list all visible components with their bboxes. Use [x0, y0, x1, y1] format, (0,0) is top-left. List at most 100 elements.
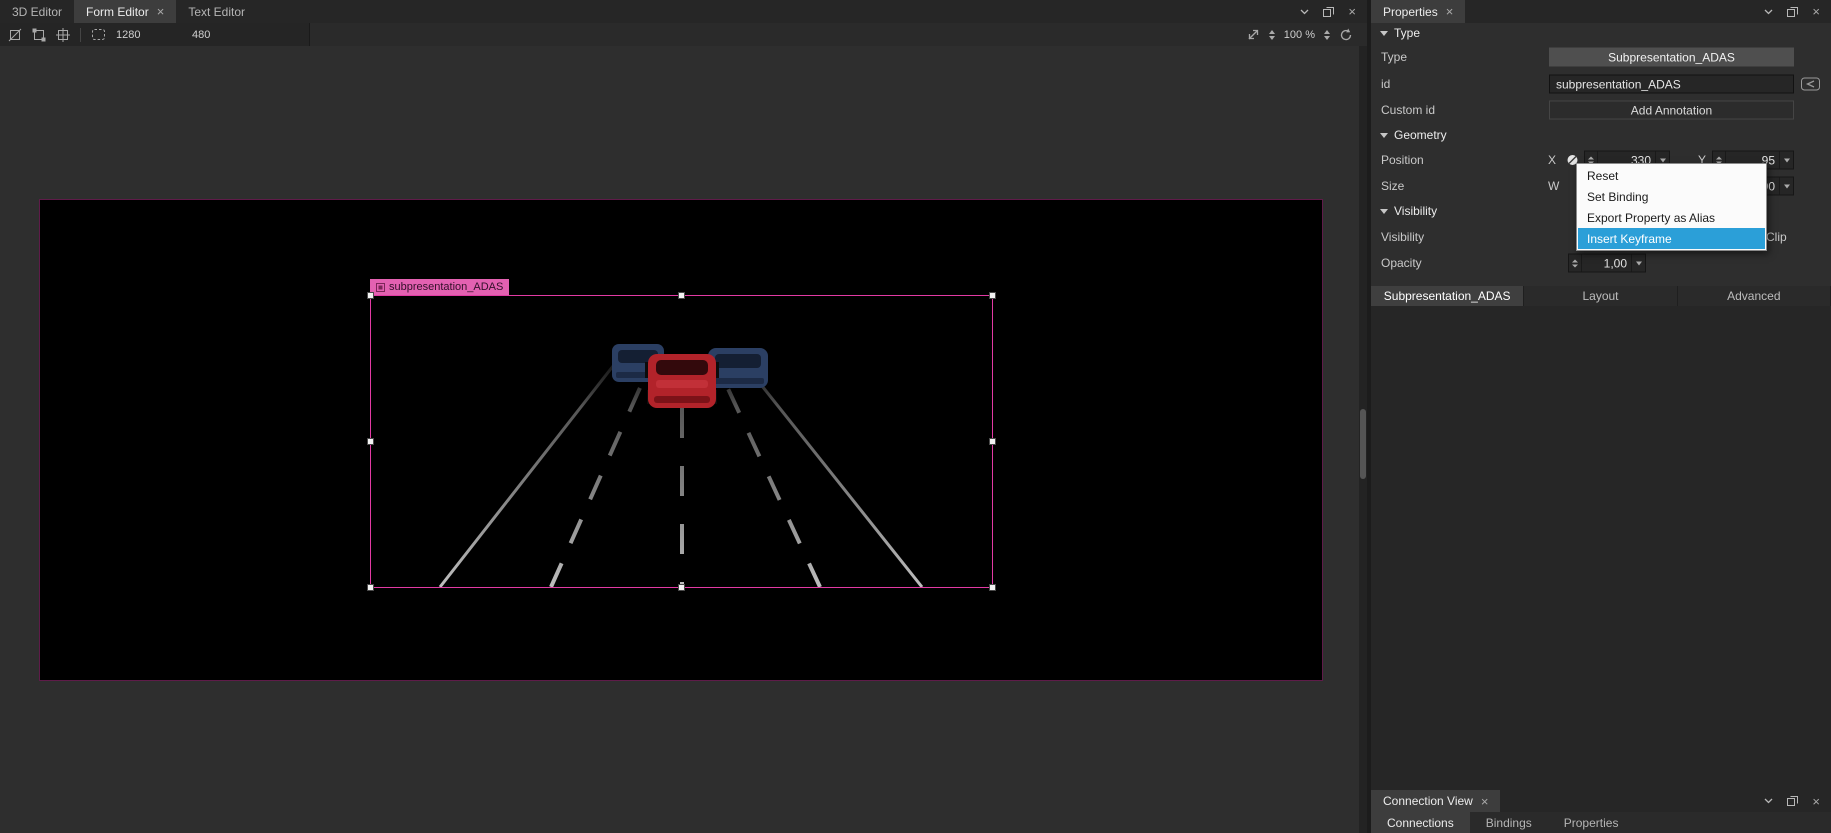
resize-handle-s[interactable] [677, 584, 685, 591]
opacity-value: 1,00 [1603, 256, 1627, 270]
float-pane-icon[interactable] [1787, 6, 1799, 17]
export-alias-icon[interactable] [1801, 77, 1820, 91]
section-geometry[interactable]: Geometry [1371, 125, 1831, 145]
spin-stepper[interactable] [1569, 254, 1582, 272]
show-bounding-rect-icon[interactable] [91, 28, 106, 41]
scrollbar-thumb[interactable] [1360, 409, 1366, 479]
form-editor-canvas[interactable]: subpresentation_ADAS [0, 46, 1359, 833]
close-tab-icon[interactable]: × [157, 5, 165, 18]
tab-text-editor[interactable]: Text Editor [176, 0, 257, 23]
close-pane-icon[interactable]: × [1812, 795, 1820, 808]
resize-handle-n[interactable] [677, 292, 685, 299]
snap-with-anchors-icon[interactable] [56, 27, 70, 42]
properties-panel: Type Type Subpresentation_ADAS id Custom… [1371, 23, 1831, 790]
add-annotation-button[interactable]: Add Annotation [1549, 100, 1794, 120]
menu-item-insert-keyframe[interactable]: Insert Keyframe [1578, 228, 1765, 249]
collapse-triangle-icon[interactable] [1380, 30, 1388, 36]
component-icon [376, 282, 385, 292]
id-label: id [1381, 77, 1391, 91]
spin-dropdown-icon[interactable] [1779, 151, 1793, 169]
tab-form-editor[interactable]: Form Editor × [74, 0, 177, 23]
chevron-down-icon[interactable] [1300, 9, 1309, 15]
zoom-stepper[interactable] [1268, 29, 1275, 40]
tab-3d-editor[interactable]: 3D Editor [0, 0, 74, 23]
tab-connections[interactable]: Connections [1371, 812, 1470, 833]
type-label: Type [1381, 50, 1408, 64]
form-editor-toolbar: 1280 480 100 % [0, 23, 1367, 47]
adas-road-scene [438, 344, 924, 587]
section-geometry-title: Geometry [1394, 128, 1447, 142]
editor-tabbar: 3D Editor Form Editor × Text Editor × [0, 0, 1367, 24]
no-snapping-icon[interactable] [8, 28, 22, 42]
tab-connection-properties[interactable]: Properties [1548, 812, 1635, 833]
section-visibility-title: Visibility [1394, 204, 1438, 218]
zoom-select-stepper[interactable] [1324, 29, 1330, 40]
collapse-triangle-icon[interactable] [1380, 208, 1388, 214]
close-tab-icon[interactable]: × [1481, 795, 1489, 808]
opacity-spinbox[interactable]: 1,00 [1568, 253, 1646, 273]
zoom-level-value[interactable]: 100 % [1284, 29, 1315, 41]
reset-zoom-icon[interactable] [1339, 28, 1353, 41]
application-window: 3D Editor Form Editor × Text Editor × 12… [0, 0, 1831, 833]
connection-view-tabbar: Connection View × × [1371, 790, 1831, 813]
tab-text-editor-label: Text Editor [188, 4, 246, 19]
spin-dropdown-icon[interactable] [1631, 254, 1645, 272]
toolbar-separator [80, 27, 81, 42]
close-pane-icon[interactable]: × [1812, 5, 1820, 18]
resize-handle-se[interactable] [989, 584, 996, 591]
menu-item-export-property-as-alias[interactable]: Export Property as Alias [1578, 207, 1765, 228]
canvas-vertical-scrollbar[interactable] [1359, 46, 1367, 833]
custom-id-row: Custom id Add Annotation [1371, 97, 1831, 123]
editor-pane-controls: × [1289, 0, 1367, 23]
fit-canvas-icon[interactable] [1247, 28, 1260, 41]
x-axis-label: X [1548, 153, 1557, 167]
type-field[interactable]: Subpresentation_ADAS [1549, 47, 1794, 67]
property-category-tabs: Subpresentation_ADAS Layout Advanced [1371, 286, 1831, 306]
close-tab-icon[interactable]: × [1446, 5, 1454, 18]
selection-label-text: subpresentation_ADAS [389, 281, 504, 293]
tab-properties[interactable]: Properties × [1371, 0, 1466, 23]
snap-to-items-icon[interactable] [32, 28, 46, 42]
opacity-label: Opacity [1381, 256, 1422, 270]
size-label: Size [1381, 179, 1405, 193]
zoom-controls-group: 100 % [1247, 28, 1367, 41]
connection-view-pane-controls: × [1753, 790, 1831, 812]
selection-label[interactable]: subpresentation_ADAS [370, 279, 510, 295]
selected-item-subpresentation[interactable]: subpresentation_ADAS [367, 279, 996, 591]
resize-handle-ne[interactable] [989, 292, 996, 299]
presentation-root[interactable]: subpresentation_ADAS [39, 199, 1323, 681]
id-input[interactable] [1549, 74, 1794, 94]
override-height-field[interactable]: 480 [192, 29, 258, 41]
tab-bindings[interactable]: Bindings [1470, 812, 1548, 833]
resize-handle-e[interactable] [989, 437, 996, 445]
tab-subpresentation-adas[interactable]: Subpresentation_ADAS [1371, 286, 1525, 306]
clip-label: Clip [1766, 230, 1787, 244]
chevron-down-icon[interactable] [1764, 9, 1773, 15]
close-pane-icon[interactable]: × [1348, 5, 1356, 18]
tab-advanced[interactable]: Advanced [1677, 286, 1831, 306]
menu-item-set-binding[interactable]: Set Binding [1578, 186, 1765, 207]
spin-dropdown-icon[interactable] [1779, 177, 1793, 195]
section-type[interactable]: Type [1371, 23, 1831, 43]
chevron-down-icon[interactable] [1764, 798, 1773, 804]
tab-form-editor-label: Form Editor [86, 4, 149, 19]
tab-3d-editor-label: 3D Editor [12, 4, 63, 19]
snap-tools-group: 1280 480 [0, 23, 310, 46]
float-pane-icon[interactable] [1323, 6, 1335, 17]
type-row: Type Subpresentation_ADAS [1371, 44, 1831, 70]
opacity-row: Opacity 1,00 [1371, 250, 1831, 276]
properties-content-area [1371, 306, 1831, 790]
override-width-field[interactable]: 1280 [116, 29, 182, 41]
resize-handle-nw[interactable] [367, 292, 374, 299]
tab-properties-label: Properties [1383, 4, 1438, 19]
resize-handle-w[interactable] [367, 437, 374, 445]
section-type-title: Type [1394, 26, 1421, 40]
menu-item-reset[interactable]: Reset [1578, 165, 1765, 186]
tab-layout[interactable]: Layout [1524, 286, 1678, 306]
w-axis-label: W [1548, 179, 1560, 193]
resize-handle-sw[interactable] [367, 584, 374, 591]
float-pane-icon[interactable] [1787, 796, 1799, 806]
tab-connection-view[interactable]: Connection View × [1371, 790, 1501, 812]
connection-view-tabs: Connections Bindings Properties [1371, 812, 1831, 833]
collapse-triangle-icon[interactable] [1380, 132, 1388, 138]
